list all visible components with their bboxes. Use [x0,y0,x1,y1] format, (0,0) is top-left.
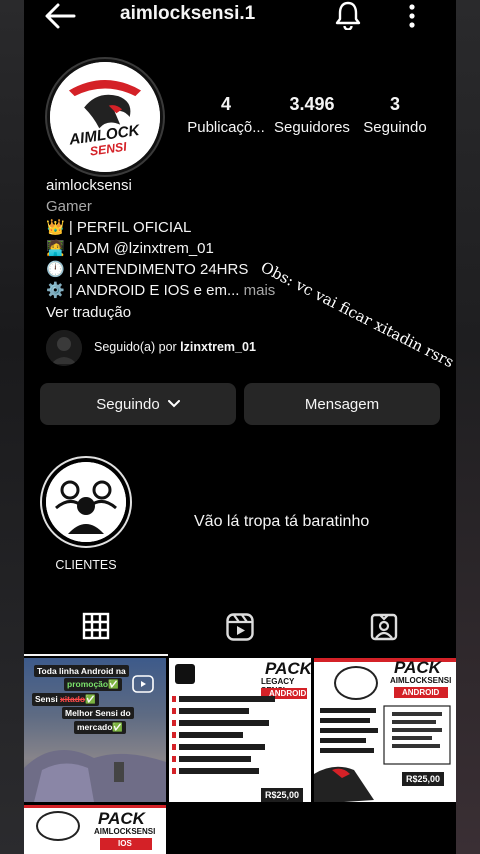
reels-badge-icon [132,675,154,693]
post-price: R$25,00 [402,772,445,786]
reels-icon [226,613,254,641]
tagged-icon [370,613,398,641]
post-caption-check: ✅ [85,694,96,704]
following-count: 3 [389,94,400,114]
more-vertical-icon[interactable] [404,2,420,30]
post-thumbnail[interactable]: PACK AIMLOCKSENSI IOS [24,805,166,854]
profile-username-title: aimlocksensi.1 [120,3,256,24]
post-title: PACK [265,659,311,678]
profile-category: Gamer [46,198,92,215]
bio-line-text: ⚙️ | ANDROID E IOS e em... [46,282,240,299]
post-caption-line: Sensi xitado✅ [32,693,99,706]
bio-line: 🧑‍💻 | ADM @lzinxtrem_01 [46,240,214,257]
bell-icon[interactable] [334,0,362,30]
following-button[interactable]: Seguindo [40,383,236,425]
post-price: R$25,00 [261,788,304,802]
bio-line: 👑 | PERFIL OFICIAL [46,219,192,236]
left-background-edge [0,0,24,854]
posts-count: 4 [220,94,231,114]
post-platform: IOS [118,839,132,848]
followed-by-prefix: Seguido(a) por [94,340,181,354]
post-caption-line: mercado✅ [74,721,127,734]
followed-by-text: Seguido(a) por lzinxtrem_01 [94,340,256,354]
post-subtitle: AIMLOCKSENSI [94,827,156,836]
chevron-down-icon [167,400,180,408]
right-background-edge [456,0,480,854]
post-top-bar [24,805,166,808]
grid-icon [82,612,110,640]
follower-avatar [46,330,82,366]
post-thumbnail[interactable]: PACK LEGACY SENSI ANDROID R$25,00 [169,658,311,802]
see-translation-link[interactable]: Ver tradução [46,302,306,323]
tab-grid[interactable] [24,598,168,656]
followed-by-row[interactable]: Seguido(a) por lzinxtrem_01 [46,330,426,366]
highlight-clientes[interactable]: CLIENTES [38,456,134,572]
instagram-profile-screen: aimlocksensi.1 AIMLOCK SENSI 4 Publicaçõ… [24,0,456,854]
followers-label: Seguidores [274,119,350,136]
profile-name: aimlocksensi [46,177,132,194]
bio-line-truncated: ⚙️ | ANDROID E IOS e em... mais [46,280,306,301]
post-feature-list [172,696,275,774]
tab-tagged[interactable] [312,598,456,656]
promo-text: Vão lá tropa tá baratinho [194,513,370,530]
highlight-ring [40,456,132,548]
tab-reels[interactable] [168,598,312,656]
highlight-label: CLIENTES [55,558,117,572]
following-label: Seguindo [363,119,427,136]
followed-by-user[interactable]: lzinxtrem_01 [180,340,256,354]
stat-followers[interactable]: 3.496 Seguidores [270,94,354,136]
posts-label: Publicaçõ... [187,119,265,136]
aimlock-logo: AIMLOCK SENSI [50,62,160,172]
back-arrow-icon[interactable] [44,2,76,30]
profile-avatar[interactable]: AIMLOCK SENSI [47,59,163,175]
post-thumbnail[interactable]: Toda linha Android na promoção✅ Sensi xi… [24,658,166,802]
post-platform: ANDROID [402,688,440,697]
post-caption-line: Toda linha Android na [34,665,129,677]
post-title: PACK [98,809,145,828]
highlight-cover [46,462,126,542]
top-bar: aimlocksensi.1 [24,0,456,34]
post-logo [36,811,80,841]
following-button-label: Seguindo [96,395,160,413]
post-subtitle: AIMLOCKSENSI [390,676,452,685]
group-icon [46,462,126,542]
stat-posts[interactable]: 4 Publicaçõ... [186,94,266,136]
profile-tabs [24,598,456,656]
followers-count: 3.496 [289,94,335,114]
bio-more-link[interactable]: mais [244,282,276,299]
profile-bio: aimlocksensi Gamer 👑 | PERFIL OFICIAL 🧑‍… [46,175,306,323]
message-button-label: Mensagem [304,395,380,413]
post-logo [334,666,378,700]
post-caption-line-text: Sensi [35,694,61,704]
post-logo [175,664,195,684]
stat-following[interactable]: 3 Seguindo [360,94,430,136]
strikethrough-word: xitado [60,694,86,704]
post-caption-line: promoção✅ [64,678,122,691]
post-caption-line: Melhor Sensi do [62,707,134,719]
message-button[interactable]: Mensagem [244,383,440,425]
post-feature-list [314,705,451,802]
post-thumbnail[interactable]: PACK AIMLOCKSENSI ANDROID R$25,00 [314,658,456,802]
post-title: PACK [394,658,441,677]
